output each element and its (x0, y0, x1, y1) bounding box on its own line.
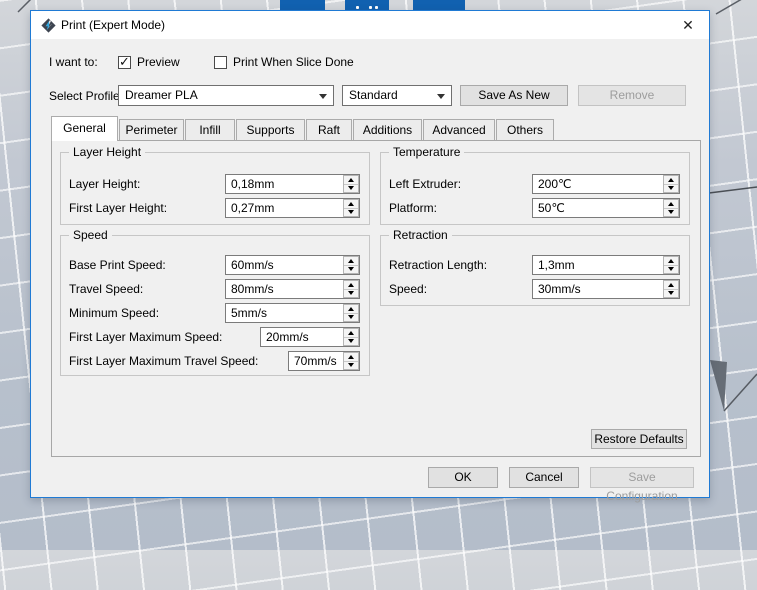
layer-height-label: Layer Height: (69, 174, 140, 194)
chevron-down-icon (319, 94, 327, 99)
chevron-down-icon (437, 94, 445, 99)
group-layer-height: Layer Height Layer Height: First Layer H… (60, 152, 370, 225)
preview-checkbox[interactable]: ✓ (118, 56, 131, 69)
dialog-titlebar: Print (Expert Mode) ✕ (31, 11, 709, 39)
spin-down-icon[interactable] (344, 361, 358, 370)
retraction-speed-spinner (663, 280, 679, 298)
tab-others[interactable]: Others (496, 119, 554, 140)
spin-up-icon[interactable] (664, 257, 678, 265)
group-title: Layer Height (69, 145, 145, 159)
spin-down-icon[interactable] (664, 208, 678, 217)
layer-height-spinner (343, 175, 359, 193)
minimum-speed-spinner (343, 304, 359, 322)
toolbar-icon-dot (369, 6, 372, 9)
retraction-length-label: Retraction Length: (389, 255, 487, 275)
quality-select-value: Standard (349, 86, 398, 105)
platform-spinner (663, 199, 679, 217)
base-print-speed-spinner (343, 256, 359, 274)
preview-checkbox-label[interactable]: Preview (137, 55, 180, 69)
base-print-speed-input[interactable] (225, 255, 360, 275)
group-temperature: Temperature Left Extruder: Platform: (380, 152, 690, 225)
minimum-speed-label: Minimum Speed: (69, 303, 159, 323)
retraction-length-spinner (663, 256, 679, 274)
first-layer-max-travel-speed-label: First Layer Maximum Travel Speed: (69, 351, 258, 371)
cancel-button[interactable]: Cancel (509, 467, 579, 488)
print-when-slice-done-label[interactable]: Print When Slice Done (233, 55, 354, 69)
window-title: Print (Expert Mode) (61, 11, 165, 39)
left-extruder-label: Left Extruder: (389, 174, 461, 194)
spin-down-icon[interactable] (664, 289, 678, 298)
spin-up-icon[interactable] (344, 257, 358, 265)
minimum-speed-input[interactable] (225, 303, 360, 323)
base-print-speed-label: Base Print Speed: (69, 255, 166, 275)
spin-up-icon[interactable] (344, 200, 358, 208)
spin-up-icon[interactable] (344, 329, 358, 337)
group-retraction: Retraction Retraction Length: Speed: (380, 235, 690, 306)
toolbar-icon-dot (375, 6, 378, 9)
tab-perimeter[interactable]: Perimeter (119, 119, 184, 140)
quality-select[interactable]: Standard (342, 85, 452, 106)
spin-down-icon[interactable] (344, 337, 358, 346)
save-configuration-button[interactable]: Save Configuration (590, 467, 694, 488)
tab-advanced[interactable]: Advanced (423, 119, 495, 140)
spin-down-icon[interactable] (344, 289, 358, 298)
first-layer-height-spinner (343, 199, 359, 217)
spin-down-icon[interactable] (664, 265, 678, 274)
left-extruder-spinner (663, 175, 679, 193)
flashprint-app-icon (41, 18, 56, 33)
spin-up-icon[interactable] (664, 281, 678, 289)
restore-defaults-button[interactable]: Restore Defaults (591, 429, 687, 449)
spin-up-icon[interactable] (344, 353, 358, 361)
spin-down-icon[interactable] (344, 265, 358, 274)
group-title: Retraction (389, 228, 452, 242)
spin-down-icon[interactable] (664, 184, 678, 193)
retraction-length-input[interactable] (532, 255, 680, 275)
model-corner (710, 360, 727, 411)
tab-additions[interactable]: Additions (353, 119, 422, 140)
ok-button[interactable]: OK (428, 467, 498, 488)
remove-button[interactable]: Remove (578, 85, 686, 106)
group-title: Temperature (389, 145, 464, 159)
save-as-new-button[interactable]: Save As New (460, 85, 568, 106)
spin-up-icon[interactable] (344, 176, 358, 184)
profile-select[interactable]: Dreamer PLA (118, 85, 334, 106)
layer-height-input[interactable] (225, 174, 360, 194)
travel-speed-label: Travel Speed: (69, 279, 143, 299)
check-icon: ✓ (119, 54, 130, 70)
first-layer-max-speed-label: First Layer Maximum Speed: (69, 327, 222, 347)
first-layer-max-travel-speed-spinner (343, 352, 359, 370)
retraction-speed-input[interactable] (532, 279, 680, 299)
group-speed: Speed Base Print Speed: Travel Speed: Mi… (60, 235, 370, 376)
spin-up-icon[interactable] (344, 281, 358, 289)
toolbar-icon-dot (356, 6, 359, 9)
first-layer-max-speed-spinner (343, 328, 359, 346)
spin-up-icon[interactable] (664, 200, 678, 208)
spin-down-icon[interactable] (344, 184, 358, 193)
travel-speed-input[interactable] (225, 279, 360, 299)
spin-down-icon[interactable] (344, 313, 358, 322)
tab-supports[interactable]: Supports (236, 119, 305, 140)
profile-select-value: Dreamer PLA (125, 86, 198, 105)
retraction-speed-label: Speed: (389, 279, 427, 299)
select-profile-label: Select Profile: (49, 89, 123, 103)
tab-infill[interactable]: Infill (185, 119, 235, 140)
left-extruder-input[interactable] (532, 174, 680, 194)
spin-up-icon[interactable] (664, 176, 678, 184)
spin-down-icon[interactable] (344, 208, 358, 217)
first-layer-height-label: First Layer Height: (69, 198, 167, 218)
first-layer-height-input[interactable] (225, 198, 360, 218)
group-title: Speed (69, 228, 112, 242)
spin-up-icon[interactable] (344, 305, 358, 313)
tab-page-general: Layer Height Layer Height: First Layer H… (51, 140, 701, 457)
close-icon[interactable]: ✕ (671, 11, 705, 39)
print-expert-mode-dialog: Print (Expert Mode) ✕ I want to: ✓ Previ… (30, 10, 710, 498)
travel-speed-spinner (343, 280, 359, 298)
platform-input[interactable] (532, 198, 680, 218)
tab-general[interactable]: General (51, 116, 118, 141)
platform-label: Platform: (389, 198, 437, 218)
tab-raft[interactable]: Raft (306, 119, 352, 140)
intent-label: I want to: (49, 55, 98, 69)
print-when-slice-done-checkbox[interactable] (214, 56, 227, 69)
